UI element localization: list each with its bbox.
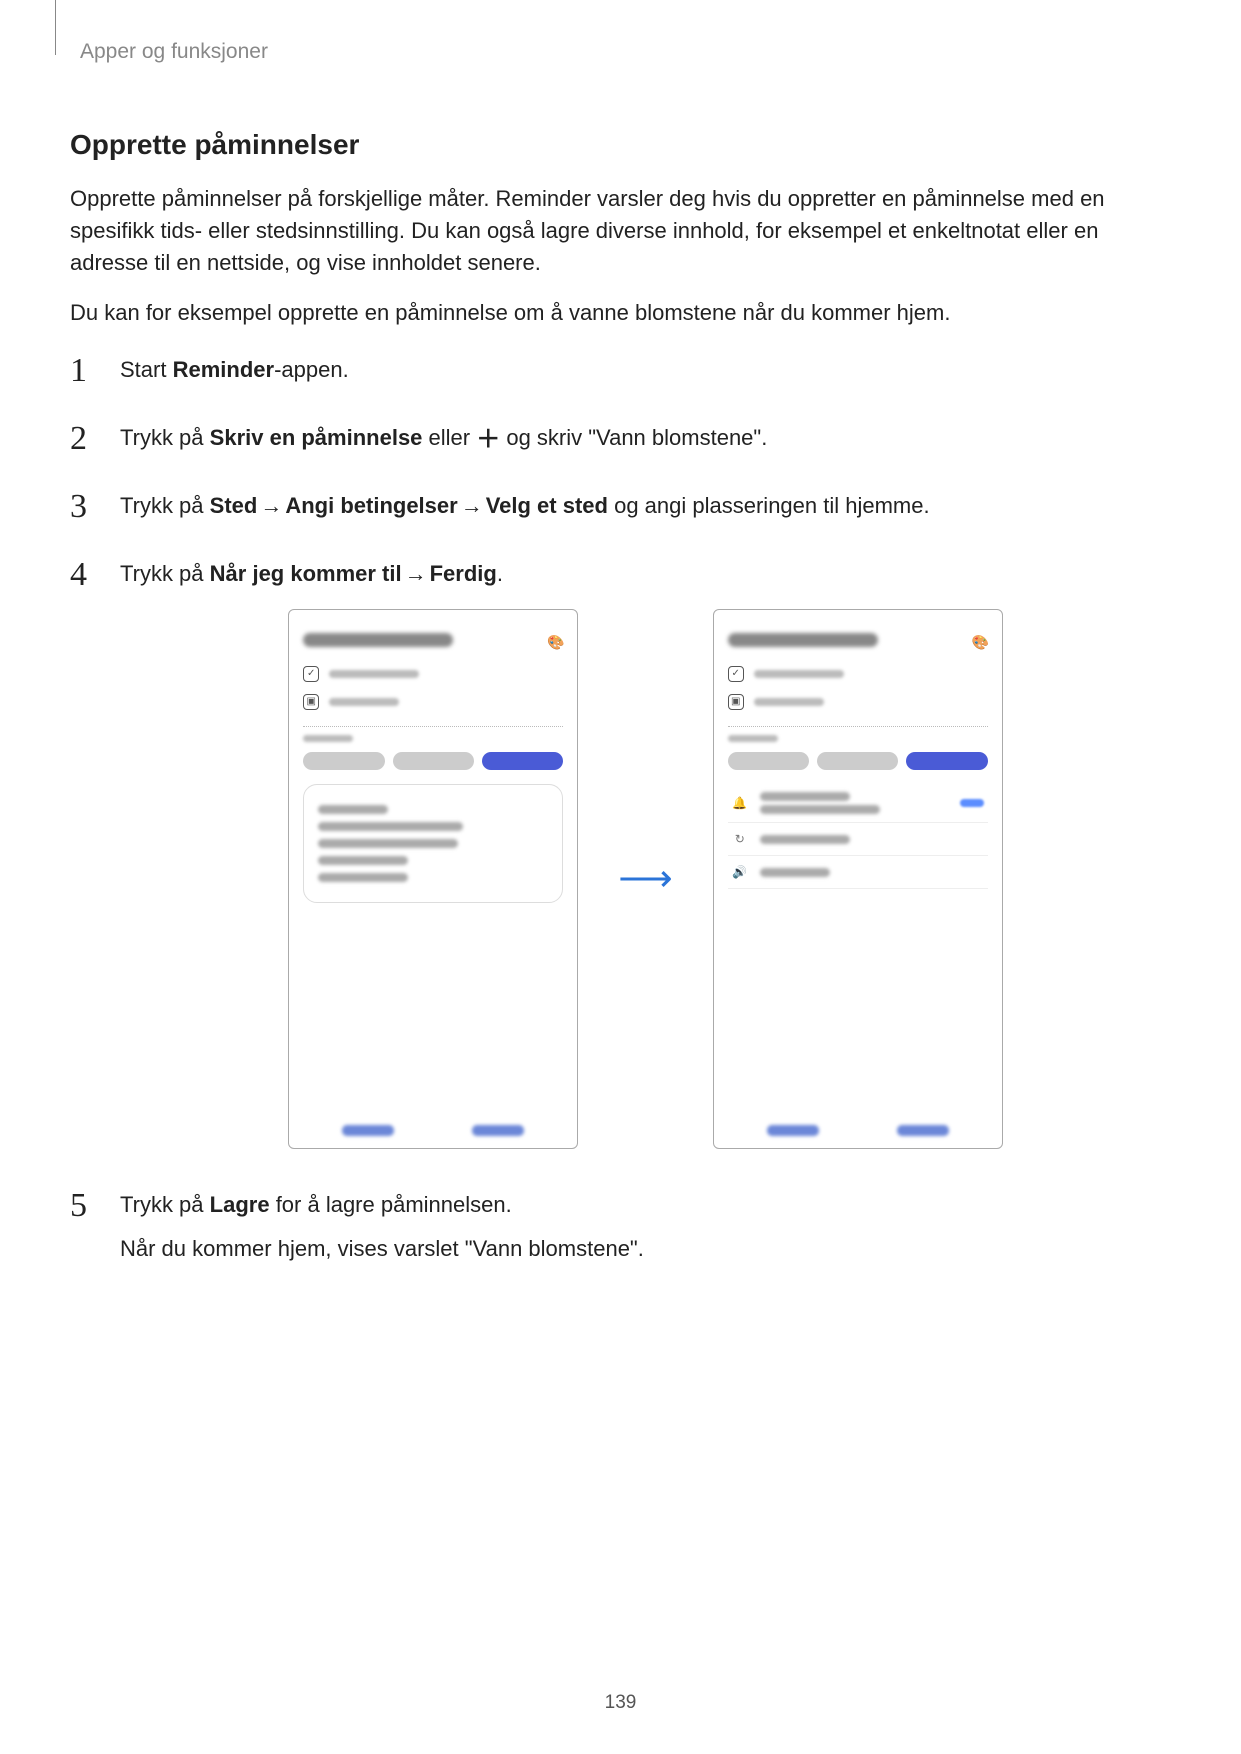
- add-checklist-blur: [329, 670, 419, 678]
- repeat-icon: ↻: [732, 831, 748, 847]
- pill-selected: [482, 752, 563, 770]
- arrow-icon: →: [402, 558, 430, 590]
- page-number: 139: [0, 1692, 1241, 1714]
- step-2: Trykk på Skriv en påminnelse eller ＋ og …: [70, 422, 1171, 460]
- address-line1-blur: [760, 792, 850, 801]
- pill-time: [303, 752, 384, 770]
- palette-icon: 🎨: [972, 632, 988, 648]
- repeat-text-blur: [760, 835, 850, 844]
- condition-pills: [303, 752, 563, 770]
- step-5-save: Lagre: [210, 1192, 270, 1217]
- section-title: Opprette påminnelser: [70, 129, 1171, 161]
- breadcrumb: Apper og funksjoner: [80, 40, 1171, 64]
- step-3-velg: Velg et sted: [486, 493, 608, 518]
- cancel-button-blur: [342, 1125, 394, 1136]
- result-row-repeat: ↻: [728, 823, 988, 856]
- step-3: Trykk på Sted → Angi betingelser → Velg …: [70, 490, 1171, 528]
- step-2-text-a: Trykk på: [120, 425, 210, 450]
- phone-screenshot-left: 🎨 ✓ ▣: [288, 609, 578, 1149]
- result-row-address: 🔔: [728, 784, 988, 823]
- add-checklist-blur: [754, 670, 844, 678]
- step-1-text-c: -appen.: [274, 357, 349, 382]
- step-1: Start Reminder-appen.: [70, 354, 1171, 392]
- pill-time: [728, 752, 809, 770]
- cancel-button-blur: [767, 1125, 819, 1136]
- step-4-text-a: Trykk på: [120, 561, 210, 586]
- step-5-text-c: for å lagre påminnelsen.: [270, 1192, 512, 1217]
- step-3-text-e: og angi plasseringen til hjemme.: [608, 493, 930, 518]
- step-4-when: Når jeg kommer til: [210, 561, 402, 586]
- arrow-icon: →: [458, 490, 486, 522]
- intro-paragraph-2: Du kan for eksempel opprette en påminnel…: [70, 297, 1171, 329]
- sound-icon: 🔊: [732, 864, 748, 880]
- footer-buttons: [728, 1113, 988, 1136]
- step-4-done: Ferdig: [430, 561, 497, 586]
- phone-screenshot-right: 🎨 ✓ ▣: [713, 609, 1003, 1149]
- condition-pills: [728, 752, 988, 770]
- pill-place: [817, 752, 898, 770]
- option-2-blur: [318, 839, 458, 848]
- step-3-text-a: Trykk på: [120, 493, 210, 518]
- step-3-angi: Angi betingelser: [285, 493, 457, 518]
- option-3-blur: [318, 856, 408, 865]
- sound-text-blur: [760, 868, 830, 877]
- step-2-text-d: og skriv "Vann blomstene".: [500, 425, 767, 450]
- pick-place-blur: [318, 805, 388, 814]
- conditions-label-blur: [303, 735, 353, 742]
- reminder-title-blur: [303, 633, 453, 647]
- dotted-separator: [303, 726, 563, 727]
- dotted-separator: [728, 726, 988, 727]
- save-button-blur: [472, 1125, 524, 1136]
- image-icon: ▣: [728, 694, 744, 710]
- step-4: Trykk på Når jeg kommer til → Ferdig. 🎨 …: [70, 558, 1171, 1150]
- checkbox-icon: ✓: [303, 666, 319, 682]
- checkbox-icon: ✓: [728, 666, 744, 682]
- save-button-blur: [897, 1125, 949, 1136]
- map-link-blur: [960, 799, 984, 807]
- plus-icon: ＋: [476, 426, 500, 453]
- step-4-period: .: [497, 561, 503, 586]
- intro-paragraph-1: Opprette påminnelser på forskjellige måt…: [70, 183, 1171, 279]
- pill-selected: [906, 752, 987, 770]
- screenshots-row: 🎨 ✓ ▣: [120, 609, 1171, 1149]
- add-image-blur: [329, 698, 399, 706]
- step-5-sub: Når du kommer hjem, vises varslet "Vann …: [120, 1233, 1171, 1265]
- result-row-sound: 🔊: [728, 856, 988, 889]
- palette-icon: 🎨: [547, 632, 563, 648]
- step-2-text-c: eller: [422, 425, 476, 450]
- step-1-app-name: Reminder: [173, 357, 274, 382]
- step-5-text-a: Trykk på: [120, 1192, 210, 1217]
- step-1-text-a: Start: [120, 357, 173, 382]
- option-1-blur: [318, 822, 463, 831]
- arrow-icon: →: [257, 490, 285, 522]
- bell-icon: 🔔: [732, 795, 748, 811]
- arrow-right-icon: ⟶: [618, 852, 672, 907]
- step-3-sted: Sted: [210, 493, 258, 518]
- address-line2-blur: [760, 805, 880, 814]
- reminder-title-blur: [728, 633, 878, 647]
- steps-list: Start Reminder-appen. Trykk på Skriv en …: [70, 354, 1171, 1266]
- header-divider: [55, 0, 56, 55]
- image-icon: ▣: [303, 694, 319, 710]
- pill-place: [393, 752, 474, 770]
- footer-buttons: [303, 1113, 563, 1136]
- add-image-blur: [754, 698, 824, 706]
- step-2-action: Skriv en påminnelse: [210, 425, 423, 450]
- step-5: Trykk på Lagre for å lagre påminnelsen. …: [70, 1189, 1171, 1265]
- conditions-label-blur: [728, 735, 778, 742]
- place-options-card: [303, 784, 563, 903]
- option-4-blur: [318, 873, 408, 882]
